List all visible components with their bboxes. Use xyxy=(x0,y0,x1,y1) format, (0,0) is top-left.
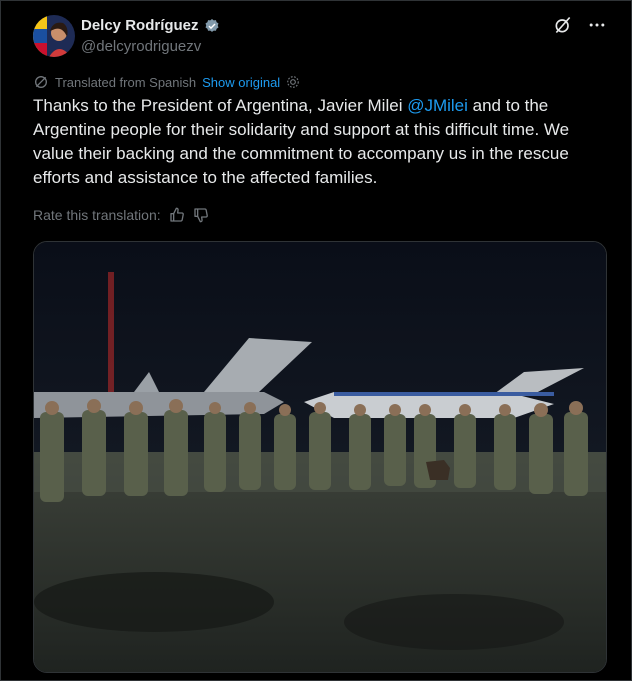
avatar[interactable] xyxy=(33,15,75,57)
translated-label: Translated from Spanish xyxy=(55,74,197,90)
author-handle[interactable]: @delcyrodriguezv xyxy=(81,38,201,55)
tweet-text: Thanks to the President of Argentina, Ja… xyxy=(33,94,605,190)
thumbs-down-icon[interactable] xyxy=(193,207,209,223)
settings-icon[interactable] xyxy=(286,75,300,89)
translate-icon xyxy=(35,76,47,88)
verified-badge-icon xyxy=(205,18,218,32)
author-name[interactable]: Delcy Rodríguez xyxy=(81,17,199,34)
thumbs-up-icon[interactable] xyxy=(169,207,185,223)
photo-soldiers-aircraft xyxy=(34,242,606,672)
translation-row: Translated from Spanish Show original xyxy=(33,74,300,90)
author-name-row: Delcy Rodríguez xyxy=(81,17,220,34)
more-icon[interactable] xyxy=(587,15,607,35)
top-actions xyxy=(553,15,607,35)
tweet-card: Delcy Rodríguez @delcyrodriguezv Transla… xyxy=(0,0,632,681)
grok-icon[interactable] xyxy=(553,15,573,35)
tweet-photo[interactable] xyxy=(33,241,607,673)
mention-link[interactable]: @JMilei xyxy=(407,96,468,115)
rate-translation-row: Rate this translation: xyxy=(33,207,209,223)
tweet-text-before: Thanks to the President of Argentina, Ja… xyxy=(33,96,408,115)
rate-label: Rate this translation: xyxy=(33,207,161,223)
show-original-link[interactable]: Show original xyxy=(202,75,280,90)
